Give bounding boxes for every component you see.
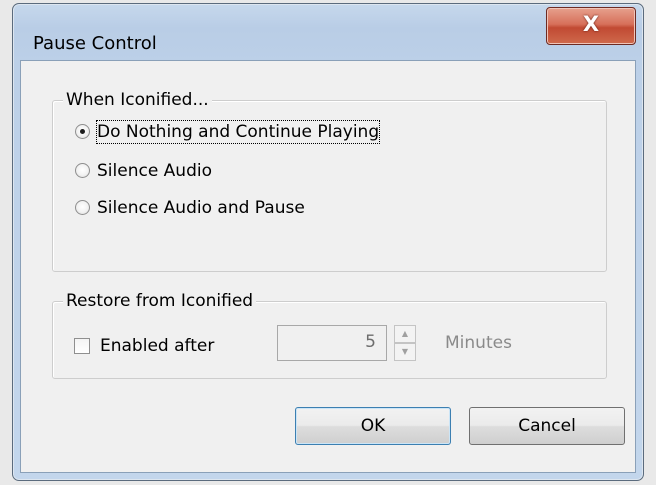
restore-legend: Restore from Iconified	[63, 290, 257, 312]
window-title: Pause Control	[33, 33, 157, 54]
up-arrow-icon[interactable]: ▲	[394, 325, 416, 343]
radio-do-nothing-label: Do Nothing and Continue Playing	[95, 120, 381, 144]
minutes-spinner[interactable]: ▲ ▼	[394, 325, 416, 361]
close-button[interactable]: X	[546, 7, 636, 45]
enabled-after-checkbox[interactable]	[74, 338, 90, 354]
ok-button[interactable]: OK	[295, 407, 451, 445]
dialog-client-area: When Iconified... Do Nothing and Continu…	[20, 60, 636, 473]
enabled-after-label: Enabled after	[100, 336, 215, 356]
title-bar[interactable]: Pause Control X	[13, 4, 643, 60]
pause-control-dialog: Pause Control X When Iconified... Do Not…	[12, 3, 644, 481]
radio-button[interactable]	[75, 163, 90, 178]
cancel-button[interactable]: Cancel	[469, 407, 625, 445]
minutes-input[interactable]: 5	[277, 325, 387, 361]
when-iconified-group: When Iconified... Do Nothing and Continu…	[52, 89, 607, 272]
radio-button-selected[interactable]	[75, 124, 90, 139]
close-icon: X	[582, 12, 600, 36]
radio-silence-audio-label: Silence Audio	[97, 161, 212, 181]
radio-silence-pause-label: Silence Audio and Pause	[97, 198, 305, 218]
radio-button[interactable]	[75, 200, 90, 215]
minutes-label: Minutes	[445, 333, 512, 353]
down-arrow-icon[interactable]: ▼	[394, 343, 416, 361]
radio-dot-icon	[80, 129, 85, 134]
when-iconified-legend: When Iconified...	[63, 89, 212, 111]
